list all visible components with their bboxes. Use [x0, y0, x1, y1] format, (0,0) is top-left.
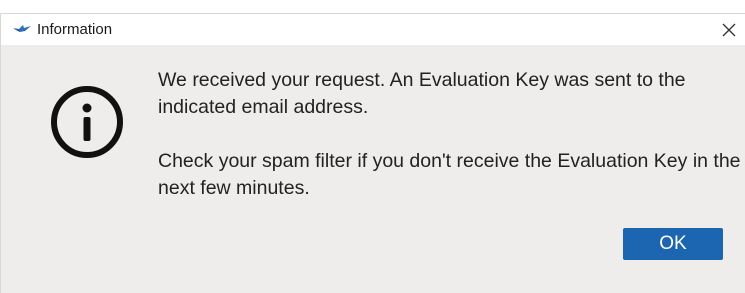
close-icon: [722, 23, 736, 36]
bird-logo-icon: [13, 25, 31, 32]
ok-button[interactable]: OK: [623, 228, 723, 260]
title-bar: Information: [1, 14, 745, 45]
window-title: Information: [37, 21, 113, 38]
close-button[interactable]: [713, 14, 745, 45]
message-paragraph-2: Check your spam filter if you don't rece…: [158, 150, 741, 199]
dialog-message: We received your request. An Evaluation …: [158, 67, 743, 202]
info-icon: [51, 86, 123, 158]
information-dialog: Information We received your request. An…: [0, 13, 745, 293]
message-paragraph-1: We received your request. An Evaluation …: [158, 69, 686, 118]
